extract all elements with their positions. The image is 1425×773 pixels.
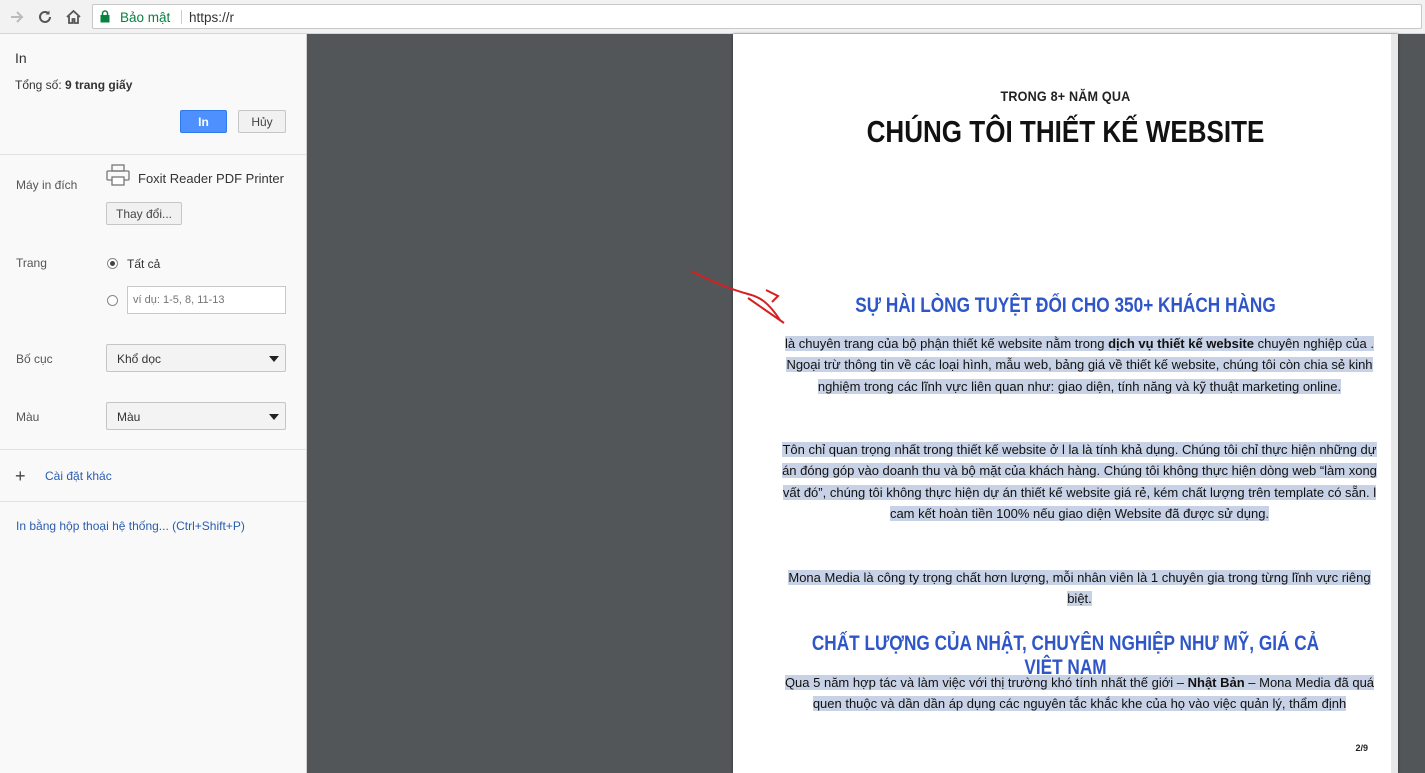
page-subtitle: TRONG 8+ NĂM QUA <box>1000 88 1131 104</box>
more-settings[interactable]: + Cài đặt khác <box>15 467 112 485</box>
chevron-down-icon <box>269 414 279 420</box>
plus-icon: + <box>15 466 26 486</box>
printer-name: Foxit Reader PDF Printer <box>138 171 284 186</box>
red-arrow-annotation <box>690 270 785 324</box>
url-text[interactable]: https://r <box>189 10 234 25</box>
destination-label: Máy in đích <box>16 178 78 192</box>
address-bar[interactable]: Bảo mật https://r <box>92 4 1422 29</box>
page-number: 2/9 <box>1355 743 1368 753</box>
divider <box>0 501 306 502</box>
total-value: 9 trang giấy <box>65 78 133 92</box>
page-range-input[interactable] <box>127 286 286 314</box>
preview-page: TRONG 8+ NĂM QUA CHÚNG TÔI THIẾT KẾ WEBS… <box>733 34 1398 773</box>
browser-toolbar: Bảo mật https://r <box>0 0 1425 34</box>
reload-icon[interactable] <box>34 6 56 28</box>
preview-scrollbar[interactable] <box>1391 34 1398 773</box>
paragraph-2: Tôn chỉ quan trọng nhất trong thiết kế w… <box>781 439 1378 524</box>
forward-icon[interactable] <box>6 6 28 28</box>
pages-custom-radio[interactable] <box>107 295 118 306</box>
paragraph-3: Mona Media là công ty trọng chất hơn lượ… <box>781 567 1378 610</box>
pages-label: Trang <box>16 256 47 270</box>
url-divider <box>181 10 182 24</box>
paragraph-1-bold: dịch vụ thiết kế website <box>1108 336 1254 351</box>
paragraph-4: Qua 5 năm hợp tác và làm việc với thị tr… <box>781 672 1378 718</box>
section-heading-1: SỰ HÀI LÒNG TUYỆT ĐỐI CHO 350+ KHÁCH HÀN… <box>855 294 1276 317</box>
divider <box>0 449 306 450</box>
cancel-button[interactable]: Hủy <box>238 110 286 133</box>
total-label: Tổng số: <box>15 78 66 92</box>
print-button[interactable]: In <box>180 110 227 133</box>
pages-all-radio[interactable] <box>107 258 118 269</box>
home-icon[interactable] <box>62 6 84 28</box>
paragraph-1: là chuyên trang của bộ phận thiết kế web… <box>781 333 1378 397</box>
paragraph-4-lead: Qua 5 năm hợp tác và làm việc với thị tr… <box>784 675 1188 690</box>
chevron-down-icon <box>269 356 279 362</box>
color-select[interactable]: Màu <box>106 402 286 430</box>
layout-select[interactable]: Khổ dọc <box>106 344 286 372</box>
system-dialog-link[interactable]: In bằng hộp thoại hệ thống... (Ctrl+Shif… <box>16 519 245 533</box>
printer-icon <box>106 164 130 189</box>
security-label: Bảo mật <box>120 10 171 25</box>
print-preview: TRONG 8+ NĂM QUA CHÚNG TÔI THIẾT KẾ WEBS… <box>307 34 1425 773</box>
color-label: Màu <box>16 410 40 424</box>
color-value: Màu <box>117 410 141 424</box>
more-settings-label: Cài đặt khác <box>45 469 112 483</box>
paragraph-3-text: Mona Media là công ty trọng chất hơn lượ… <box>788 570 1371 607</box>
lock-icon <box>100 10 110 26</box>
pages-all-label: Tất cả <box>127 257 161 271</box>
paragraph-2-text: Tôn chỉ quan trọng nhất trong thiết kế w… <box>782 442 1377 521</box>
total-pages: Tổng số: 9 trang giấy <box>15 78 132 92</box>
paragraph-1-lead: là chuyên trang của bộ phận thiết kế web… <box>785 336 1109 351</box>
print-settings-panel: In Tổng số: 9 trang giấy In Hủy Máy in đ… <box>0 34 307 773</box>
change-printer-button[interactable]: Thay đổi... <box>106 202 182 225</box>
layout-value: Khổ dọc <box>117 352 162 366</box>
divider <box>0 154 306 155</box>
page-title: CHÚNG TÔI THIẾT KẾ WEBSITE <box>866 114 1265 149</box>
print-title: In <box>15 50 27 66</box>
layout-label: Bố cục <box>16 352 53 366</box>
paragraph-4-bold: Nhật Bản <box>1187 675 1245 690</box>
